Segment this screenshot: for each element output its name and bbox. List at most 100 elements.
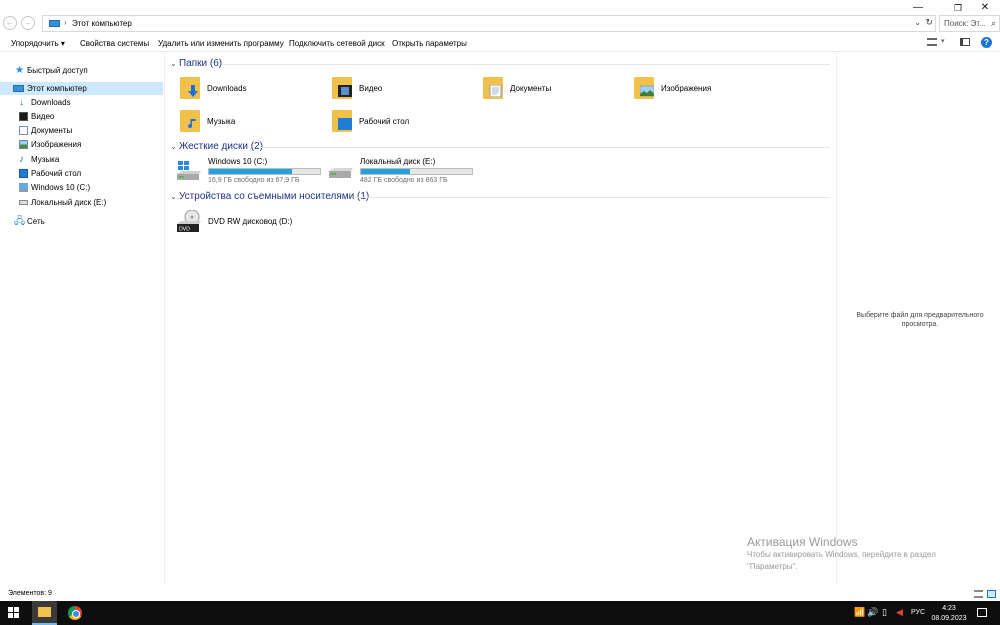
nav-item-quick-access[interactable]: ★ Быстрый доступ	[0, 64, 163, 77]
folder-label: Изображения	[661, 84, 712, 93]
system-properties-button[interactable]: Свойства системы	[80, 39, 149, 48]
chevron-down-icon[interactable]: ⌄	[170, 192, 179, 201]
chevron-down-icon[interactable]: ⌄	[170, 142, 179, 151]
search-input[interactable]: Поиск: Эт... ⌕	[939, 15, 1000, 32]
nav-item-pictures[interactable]: Изображения	[0, 138, 163, 151]
folder-pictures[interactable]: Изображения	[634, 75, 784, 105]
group-title: Жесткие диски (2)	[179, 141, 263, 152]
group-title: Папки (6)	[179, 58, 223, 69]
folder-label: Видео	[359, 84, 383, 93]
nav-item-documents[interactable]: Документы	[0, 124, 163, 137]
view-dropdown-icon[interactable]: ▾	[941, 37, 945, 45]
back-button[interactable]: ←	[3, 16, 17, 30]
drive-name: Локальный диск (E:)	[360, 157, 436, 166]
refresh-icon[interactable]: ↻	[925, 17, 933, 28]
download-icon: ↓	[19, 97, 24, 108]
status-bar: Элементов: 9	[0, 587, 1000, 601]
folder-downloads[interactable]: Downloads	[180, 75, 330, 105]
close-button[interactable]: ✕	[973, 2, 997, 14]
chrome-icon	[68, 606, 82, 620]
preview-placeholder: Выберите файл для предварительного просм…	[856, 312, 984, 328]
details-view-icon[interactable]	[974, 590, 983, 598]
desktop-folder-icon	[332, 110, 354, 132]
folder-desktop[interactable]: Рабочий стол	[332, 108, 482, 138]
folder-label: Рабочий стол	[359, 117, 410, 126]
organize-button[interactable]: Упорядочить ▾	[11, 39, 65, 48]
activation-title: Активация Windows	[747, 535, 858, 549]
forward-button[interactable]: →	[21, 16, 35, 30]
tiles-view-icon[interactable]	[987, 590, 996, 598]
taskbar-chrome[interactable]	[62, 601, 87, 625]
address-bar[interactable]: › Этот компьютер ⌄ ↻	[42, 15, 936, 32]
group-header-removable[interactable]: ⌄ Устройства со съемными носителями (1)	[170, 191, 369, 202]
drive-usage-bar	[208, 168, 321, 175]
address-history-dropdown-icon[interactable]: ⌄	[914, 18, 921, 27]
star-icon: ★	[15, 65, 24, 76]
nav-item-label: Этот компьютер	[27, 84, 87, 93]
drive-c-tile[interactable]: Windows 10 (C:) 16,9 ГБ свободно из 67,9…	[176, 157, 326, 185]
group-divider	[222, 64, 830, 65]
navigation-pane: ★ Быстрый доступ Этот компьютер ↓ Downlo…	[0, 53, 165, 585]
nav-item-label: Downloads	[31, 98, 71, 107]
folder-label: Музыка	[207, 117, 236, 126]
windows-start-icon[interactable]	[8, 607, 20, 619]
nav-item-label: Музыка	[31, 155, 60, 164]
maximize-button[interactable]: ❐	[946, 2, 970, 14]
open-settings-button[interactable]: Открыть параметры	[392, 39, 467, 48]
activation-text: Чтобы активировать Windows, перейдите в …	[747, 550, 936, 571]
speaker-icon[interactable]: 🔊	[867, 607, 878, 618]
folder-documents[interactable]: Документы	[483, 75, 633, 105]
nav-item-downloads[interactable]: ↓ Downloads	[0, 96, 163, 109]
nav-item-this-pc[interactable]: Этот компьютер	[0, 82, 163, 95]
uninstall-program-button[interactable]: Удалить или изменить программу	[158, 39, 284, 48]
map-network-drive-button[interactable]: Подключить сетевой диск	[289, 39, 385, 48]
nav-item-network[interactable]: 🖧 Сеть	[0, 215, 163, 228]
breadcrumb-chevron-icon[interactable]: ›	[64, 18, 67, 27]
taskbar-file-explorer[interactable]	[32, 601, 57, 625]
folder-videos[interactable]: Видео	[332, 75, 482, 105]
alert-icon[interactable]: ◀	[896, 607, 903, 618]
folder-music[interactable]: Музыка	[180, 108, 330, 138]
activation-watermark: Активация Windows Чтобы активировать Win…	[747, 535, 977, 573]
group-header-folders[interactable]: ⌄ Папки (6)	[170, 58, 222, 69]
documents-folder-icon	[483, 77, 505, 99]
breadcrumb-this-pc[interactable]: Этот компьютер	[72, 19, 132, 28]
dvd-drive-label[interactable]: DVD RW дисковод (D:)	[208, 217, 292, 226]
help-icon[interactable]: ?	[981, 37, 992, 48]
group-header-drives[interactable]: ⌄ Жесткие диски (2)	[170, 141, 263, 152]
preview-pane: Выберите файл для предварительного просм…	[836, 53, 1000, 585]
clock-time: 4:23	[942, 605, 956, 612]
minimize-button[interactable]: —	[906, 2, 930, 14]
nav-item-drive-c[interactable]: Windows 10 (C:)	[0, 181, 163, 194]
chevron-down-icon[interactable]: ⌄	[170, 59, 179, 68]
items-count: Элементов: 9	[8, 590, 52, 597]
dvd-drive-icon[interactable]: DVD	[176, 210, 202, 234]
search-icon[interactable]: ⌕	[991, 18, 996, 29]
svg-text:DVD: DVD	[179, 227, 190, 233]
nav-item-label: Локальный диск (E:)	[31, 198, 107, 207]
pictures-icon	[19, 140, 28, 149]
taskbar: 📶 🔊 ▯ ◀ РУС 4:23 08.09.2023	[0, 601, 1000, 625]
nav-item-drive-e[interactable]: Локальный диск (E:)	[0, 196, 163, 209]
drive-e-tile[interactable]: Локальный диск (E:) 482 ГБ свободно из 8…	[328, 157, 478, 185]
nav-item-label: Видео	[31, 112, 55, 121]
content-area: ⌄ Папки (6) Downloads Видео Документы Изо…	[166, 53, 836, 585]
group-divider	[356, 197, 830, 198]
nav-item-videos[interactable]: Видео	[0, 110, 163, 123]
change-view-icon[interactable]	[927, 38, 937, 46]
music-icon: ♪	[19, 154, 24, 165]
nav-item-label: Быстрый доступ	[27, 66, 88, 75]
clock[interactable]: 4:23 08.09.2023	[930, 604, 968, 624]
drive-free-space: 482 ГБ свободно из 863 ГБ	[360, 177, 448, 184]
notifications-icon[interactable]	[977, 608, 987, 617]
preview-pane-toggle-icon[interactable]	[960, 38, 970, 46]
network-icon: 🖧	[14, 216, 26, 227]
music-folder-icon	[180, 110, 202, 132]
documents-icon	[19, 126, 28, 135]
wifi-icon[interactable]: 📶	[854, 607, 865, 618]
language-indicator[interactable]: РУС	[911, 609, 925, 616]
nav-item-music[interactable]: ♪ Музыка	[0, 153, 163, 166]
clock-date: 08.09.2023	[931, 615, 967, 622]
nav-item-desktop[interactable]: Рабочий стол	[0, 167, 163, 180]
battery-icon[interactable]: ▯	[882, 607, 887, 618]
